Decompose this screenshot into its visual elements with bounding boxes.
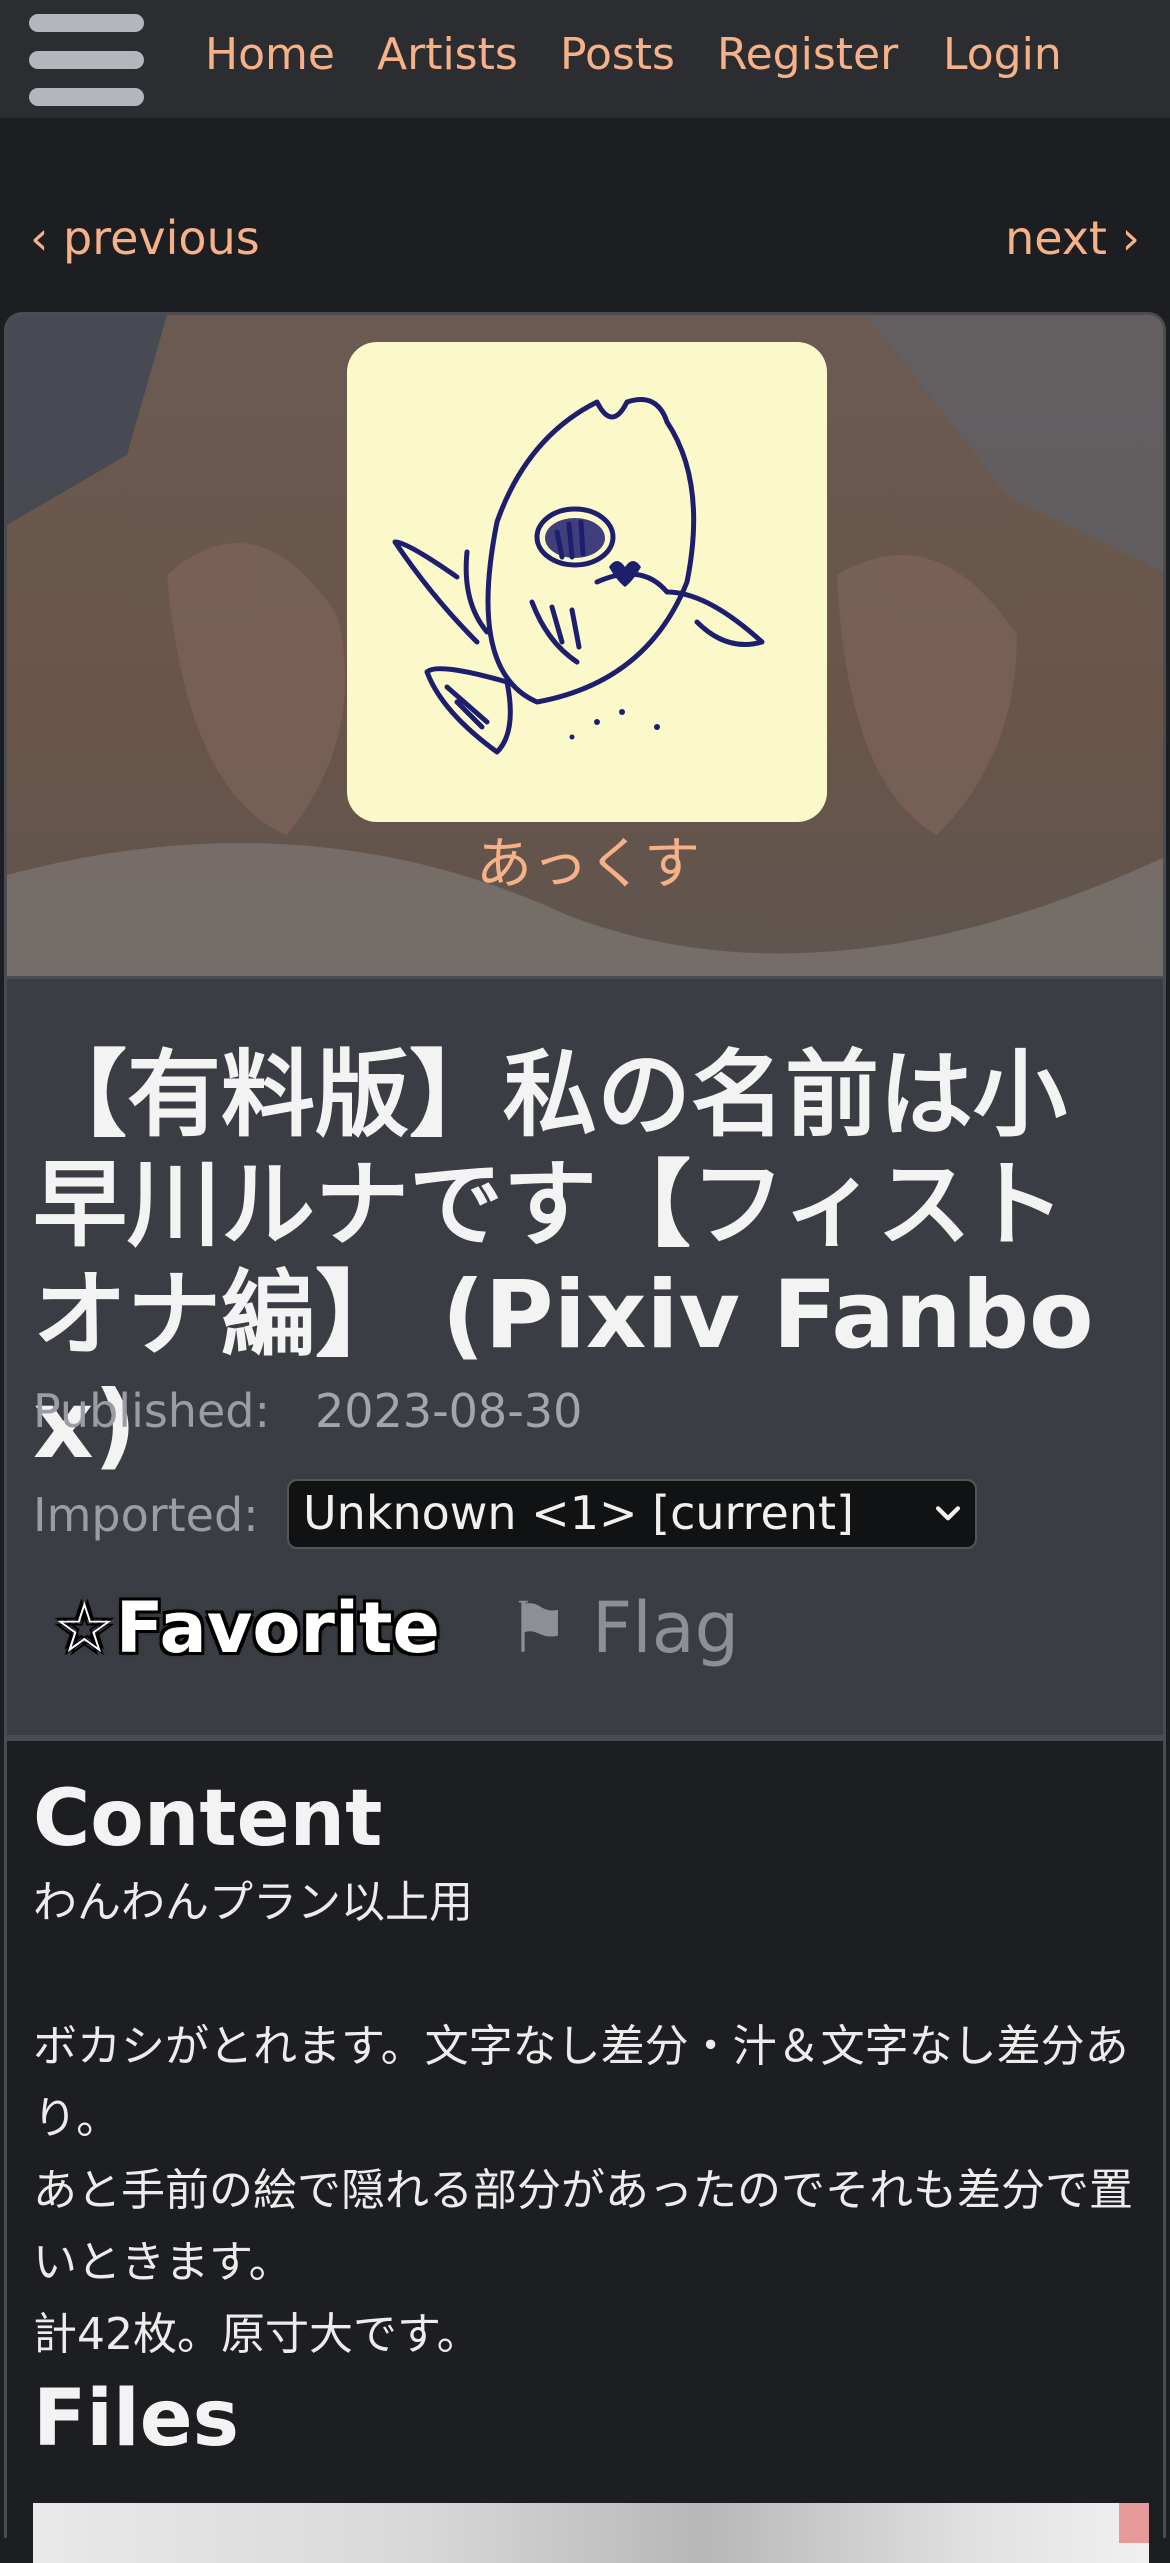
nav-link-artists[interactable]: Artists <box>377 27 518 83</box>
content-paragraph: ボカシがとれます。文字なし差分・汁＆文字なし差分あり。 <box>33 2021 1129 2144</box>
content-body: わんわんプラン以上用 ボカシがとれます。文字なし差分・汁＆文字なし差分あり。 あ… <box>33 1867 1153 2371</box>
hamburger-menu-icon[interactable] <box>29 14 144 106</box>
artist-banner[interactable]: あっくす <box>4 312 1166 976</box>
post-info-panel: 【有料版】私の名前は小早川ルナです【フィストオナ編】 (Pixiv Fanbox… <box>4 976 1166 1738</box>
artist-avatar[interactable] <box>347 342 827 822</box>
content-paragraph: あと手前の絵で隠れる部分があったのでそれも差分で置いときます。 <box>33 2165 1133 2288</box>
published-date: 2023-08-30 <box>315 1384 583 1438</box>
nav-link-login[interactable]: Login <box>943 27 1062 83</box>
artist-name[interactable]: あっくす <box>7 830 1163 900</box>
nav-link-register[interactable]: Register <box>717 27 898 83</box>
cat-drawing-icon <box>392 397 765 755</box>
files-heading: Files <box>33 2374 240 2464</box>
content-paragraph: 計42枚。原寸大です。 <box>33 2309 481 2360</box>
imported-label: Imported: <box>33 1488 259 1542</box>
next-post-link[interactable]: next › <box>1005 210 1140 266</box>
content-paragraph <box>33 1939 1153 2011</box>
file-thumbnail[interactable] <box>33 2503 1149 2563</box>
import-version-select[interactable]: Unknown <1> [current] <box>287 1479 977 1549</box>
content-paragraph: わんわんプラン以上用 <box>33 1877 473 1928</box>
previous-post-link[interactable]: ‹ previous <box>30 210 260 266</box>
published-label: Published: <box>33 1384 270 1438</box>
nav-link-home[interactable]: Home <box>205 27 335 83</box>
flag-button[interactable]: ⚑ Flag <box>507 1583 739 1673</box>
chevron-down-icon <box>935 1506 961 1521</box>
top-navbar: Home Artists Posts Register Login <box>0 0 1170 118</box>
nav-link-posts[interactable]: Posts <box>560 27 675 83</box>
import-version-value: Unknown <1> [current] <box>303 1486 854 1540</box>
favorite-button[interactable]: ☆Favorite <box>53 1583 440 1673</box>
post-content-panel: Content わんわんプラン以上用 ボカシがとれます。文字なし差分・汁＆文字な… <box>4 1738 1166 2563</box>
content-heading: Content <box>33 1774 383 1864</box>
